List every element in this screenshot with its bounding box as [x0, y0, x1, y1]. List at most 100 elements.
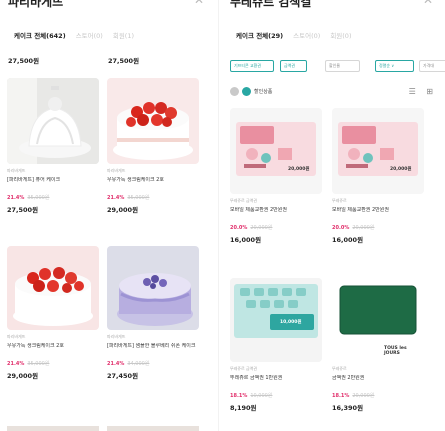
original-price: 35,000원: [27, 361, 50, 367]
view-options-row: 할인상품 ☰ ⊞: [230, 87, 437, 99]
card-face-value: 20,000원: [390, 167, 412, 172]
product-name: [파리바게뜨] 샘플한 블루베리 쉬폰 케이크: [107, 343, 196, 349]
sale-price: 16,390원: [332, 404, 364, 412]
discount-rate: 18.1%: [230, 393, 248, 399]
sale-price: 8,190원: [230, 404, 257, 412]
product-brand: 뚜레쥬르: [332, 198, 347, 203]
sale-price: 29,000원: [107, 206, 139, 214]
right-search-panel: 뚜레쥬르 검색결 ✕ 케이크 전체(29) 스토어(0) 회원(0) 기프티콘 …: [222, 0, 445, 431]
product-name: [파리바게뜨] 퓨어 케이크: [7, 177, 61, 183]
original-price: 34,000원: [127, 361, 150, 367]
product-brand: 뚜레쥬르 금액권: [230, 198, 258, 203]
close-icon[interactable]: ✕: [194, 0, 204, 7]
discount-rate: 21.4%: [7, 361, 25, 367]
tab-store[interactable]: 스토어(0): [293, 30, 320, 40]
product-name: 모바일 제품교환권 2만원권: [332, 207, 389, 213]
toggle-dot: [230, 87, 239, 96]
discount-row: 18.1% 10,000원: [230, 392, 322, 399]
original-price: 35,000원: [127, 195, 150, 201]
product-brand: 파리바게뜨: [107, 334, 126, 339]
product-image: 10,000원: [230, 278, 322, 362]
product-card[interactable]: 파리바게뜨 [파리바게뜨] 샘플한 블루베리 쉬폰 케이크 21.4% 34,00…: [107, 246, 199, 380]
result-tabs: 케이크 전체(642) 스토어(0) 회원(1): [14, 30, 134, 40]
discount-row: 21.4% 35,000원: [7, 194, 99, 201]
right-title-bar: 뚜레쥬르 검색결 ✕: [230, 0, 437, 9]
view-mode-icons[interactable]: ☰ ⊞: [409, 87, 437, 96]
discount-rate: 20.0%: [332, 225, 350, 231]
product-name: 뚜레쥬르 금액권 1만원권: [230, 375, 283, 381]
product-image: [107, 78, 199, 164]
sale-price: 29,000원: [7, 372, 39, 380]
chip-gifticon[interactable]: 기프티콘 교환권: [230, 60, 274, 72]
original-price: 10,000원: [250, 393, 273, 399]
product-card[interactable]: 파리바게뜨 우유가득 생크림케이크 2호 21.4% 35,000원 29,000…: [7, 246, 99, 380]
sale-price: 16,000원: [230, 236, 262, 244]
discount-only-toggle[interactable]: 할인상품: [230, 87, 272, 96]
sale-price: 27,450원: [107, 372, 139, 380]
card-face-value: 10,000원: [280, 320, 302, 325]
page-title: 뚜레쥬르 검색결: [230, 0, 312, 9]
left-search-panel: 파리바게뜨 ✕ 케이크 전체(642) 스토어(0) 회원(1) 27,500원…: [0, 0, 216, 431]
product-card[interactable]: 파리바게뜨 우유가득 생크림케이크 2호 21.4% 35,000원 29,000…: [107, 78, 199, 214]
product-image: 20,000원: [332, 108, 424, 194]
toggle-dot-on: [242, 87, 251, 96]
chip-price-range[interactable]: 가격대: [419, 60, 445, 72]
product-brand: 파리바게뜨: [7, 334, 26, 339]
discount-rate: 21.4%: [107, 195, 125, 201]
original-price: 20,000원: [250, 225, 273, 231]
product-brand: 파리바게뜨: [7, 168, 26, 173]
page-title: 파리바게뜨: [8, 0, 64, 9]
product-name: 모바일 제품교환권 2만원권: [230, 207, 287, 213]
product-brand: 뚜레쥬르: [332, 366, 347, 371]
discount-row: 21.4% 35,000원: [107, 194, 199, 201]
product-brand: 뚜레쥬르 금액권: [230, 366, 258, 371]
product-image: [7, 246, 99, 330]
row-price: 27,500원: [108, 57, 140, 65]
left-title-bar: 파리바게뜨 ✕: [8, 0, 208, 9]
product-image: [107, 246, 199, 330]
sale-price: 16,000원: [332, 236, 364, 244]
tab-cake-all[interactable]: 케이크 전체(642): [14, 30, 66, 40]
product-image: TOUS les JOURS: [332, 278, 424, 362]
close-icon[interactable]: ✕: [423, 0, 433, 7]
tab-cake-all[interactable]: 케이크 전체(29): [236, 30, 283, 40]
tab-member[interactable]: 회원(1): [113, 30, 134, 40]
tab-member[interactable]: 회원(0): [330, 30, 351, 40]
card-face-value: 20,000원: [288, 167, 310, 172]
product-name: 우유가득 생크림케이크 2호: [107, 177, 164, 183]
filter-chips: 기프티콘 교환권 금액권 할인율 정렬순 ∨ 가격대: [230, 60, 445, 72]
original-price: 35,000원: [27, 195, 50, 201]
discount-row: 20.0% 20,000원: [230, 224, 322, 231]
product-image: [7, 78, 99, 164]
next-row-image-edge: [107, 426, 199, 431]
discount-rate: 21.4%: [7, 195, 25, 201]
panel-divider: [218, 0, 219, 431]
next-row-image-edge: [7, 426, 99, 431]
discount-row: 18.1% 20,000원: [332, 392, 424, 399]
discount-row: 21.4% 34,000원: [107, 360, 199, 367]
chip-discount[interactable]: 할인율: [325, 60, 360, 72]
discount-rate: 18.1%: [332, 393, 350, 399]
sale-price: 27,500원: [7, 206, 39, 214]
product-brand: 파리바게뜨: [107, 168, 126, 173]
tab-store[interactable]: 스토어(0): [76, 30, 103, 40]
original-price: 20,000원: [352, 393, 375, 399]
result-tabs: 케이크 전체(29) 스토어(0) 회원(0): [236, 30, 351, 40]
brand-logo-text: TOUS les JOURS: [384, 346, 407, 356]
chip-amount[interactable]: 금액권: [280, 60, 307, 72]
product-name: 우유가득 생크림케이크 2호: [7, 343, 64, 349]
toggle-label: 할인상품: [254, 89, 273, 95]
product-card[interactable]: 20,000원 뚜레쥬르 모바일 제품교환권 2만원권 20.0% 20,000원…: [332, 108, 424, 244]
discount-row: 20.0% 20,000원: [332, 224, 424, 231]
discount-rate: 20.0%: [230, 225, 248, 231]
product-card[interactable]: 10,000원 뚜레쥬르 금액권 뚜레쥬르 금액권 1만원권 18.1% 10,0…: [230, 278, 322, 412]
chip-sort[interactable]: 정렬순 ∨: [375, 60, 414, 72]
product-card[interactable]: TOUS les JOURS 뚜레쥬르 금액권 2만원권 18.1% 20,000…: [332, 278, 424, 412]
product-card[interactable]: 20,000원 뚜레쥬르 금액권 모바일 제품교환권 2만원권 20.0% 20,…: [230, 108, 322, 244]
row-price: 27,500원: [8, 57, 40, 65]
discount-row: 21.4% 35,000원: [7, 360, 99, 367]
product-name: 금액권 2만원권: [332, 375, 365, 381]
product-image: 20,000원: [230, 108, 322, 194]
product-card[interactable]: 파리바게뜨 [파리바게뜨] 퓨어 케이크 21.4% 35,000원 27,500…: [7, 78, 99, 214]
original-price: 20,000원: [352, 225, 375, 231]
